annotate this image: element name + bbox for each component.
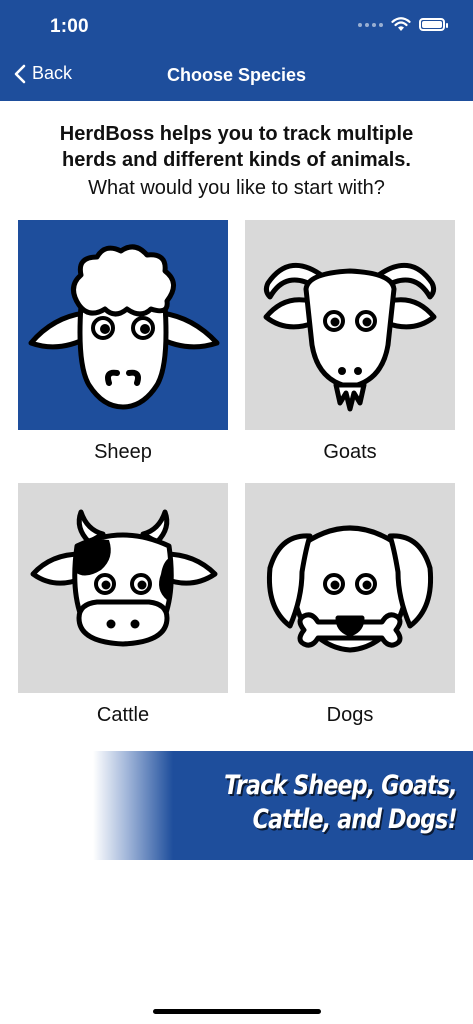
species-tile-goats[interactable] (245, 220, 455, 430)
species-tile-cattle[interactable] (18, 483, 228, 693)
intro-question: What would you like to start with? (88, 177, 385, 199)
species-label-sheep: Sheep (94, 441, 152, 463)
species-tile-sheep[interactable] (18, 220, 228, 430)
goat-icon (263, 262, 437, 412)
status-icons (358, 17, 448, 32)
intro-text: HerdBoss helps you to track multiple her… (20, 121, 453, 173)
cellular-signal-icon (358, 22, 383, 27)
sheep-icon (28, 244, 220, 410)
promo-banner: Track Sheep, Goats, Cattle, and Dogs! (93, 751, 473, 860)
species-tile-dogs[interactable] (245, 483, 455, 693)
promo-line-2: Cattle, and Dogs! (252, 804, 458, 835)
species-label-goats: Goats (323, 441, 377, 463)
intro-line-1: HerdBoss helps you to track multiple (59, 123, 414, 145)
battery-icon (419, 18, 448, 31)
navigation-bar: 1:00 Back Choose Species (0, 0, 473, 101)
intro-line-2: herds and different kinds of animals. (62, 149, 411, 171)
wifi-icon (391, 17, 411, 31)
dog-icon (266, 525, 434, 653)
page-title: Choose Species (166, 65, 307, 85)
home-indicator (153, 1009, 321, 1014)
cow-icon (30, 509, 218, 647)
promo-line-1: Track Sheep, Goats, (224, 770, 458, 801)
status-time: 1:00 (50, 16, 89, 37)
species-label-dogs: Dogs (326, 704, 374, 726)
species-label-cattle: Cattle (96, 704, 150, 726)
promo-banner-text: Track Sheep, Goats, Cattle, and Dogs! (224, 769, 458, 837)
